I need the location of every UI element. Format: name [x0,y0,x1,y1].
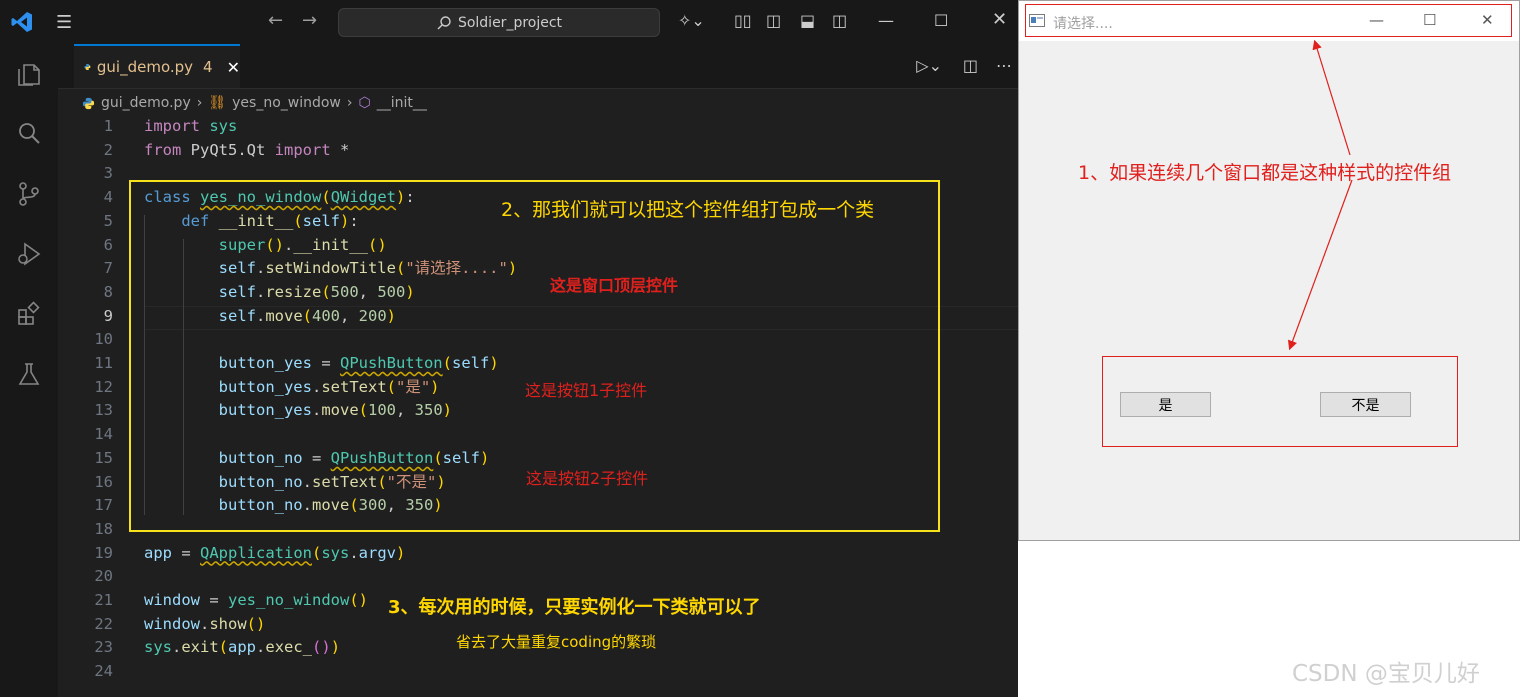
toggle-sidebar-icon[interactable]: ◫ [766,11,781,30]
qt-window: 请选择.... — ☐ ✕ 是 不是 [1018,0,1520,541]
title-bar: ☰ ← → Soldier_project ✧⌄ ▯▯ ◫ ⬓ ◫ — ☐ ✕ [0,0,1018,44]
line-number: 5 [103,211,113,230]
annotation-instantiate: 3、每次用的时候，只要实例化一下类就可以了 [388,597,761,618]
menu-icon[interactable]: ☰ [56,12,72,33]
command-center-search[interactable]: Soldier_project [338,8,660,37]
forward-arrow-icon[interactable]: → [302,10,317,31]
annotation-package-class: 2、那我们就可以把这个控件组打包成一个类 [501,199,875,221]
watermark: CSDN @宝贝儿好 [1292,661,1480,687]
breadcrumb-file[interactable]: gui_demo.py [101,95,191,111]
run-debug-icon[interactable] [15,240,43,268]
line-number: 12 [94,377,113,396]
line-number: 23 [94,638,113,657]
tab-label: gui_demo.py [96,58,194,76]
line-number: 21 [94,591,113,609]
line-number: 17 [94,496,113,515]
back-arrow-icon[interactable]: ← [268,10,283,31]
line-number: 10 [94,330,113,349]
toggle-secondary-sidebar-icon[interactable]: ◫ [832,11,847,30]
run-icon[interactable]: ▷⌄ [916,56,942,75]
python-file-icon [82,97,95,109]
line-number: 24 [94,662,113,681]
line-number: 6 [103,235,113,254]
vscode-logo-icon [11,12,32,32]
line-number: 9 [103,306,113,325]
line-number: 3 [103,164,113,183]
chevron-right-icon: › [196,95,203,111]
line-number: 19 [94,543,113,562]
source-control-icon[interactable] [15,180,43,208]
explorer-icon[interactable] [15,60,43,88]
line-number: 2 [103,140,113,159]
search-icon [437,15,451,29]
line-number: 11 [94,354,113,372]
search-icon[interactable] [15,120,43,148]
breadcrumb-method[interactable]: __init__ [377,95,427,111]
annotation-button2: 这是按钮2子控件 [526,469,649,488]
line-number: 13 [94,401,113,420]
search-text: Soldier_project [457,14,563,31]
problem-count-badge: 4 [203,58,213,76]
line-number: 16 [94,472,113,491]
method-symbol-icon: ⬡ [358,95,371,111]
code-line: sys.exit(app.exec_()) [144,638,341,657]
extensions-icon[interactable] [15,300,43,328]
python-file-icon [84,64,91,70]
code-line: window.show() [144,614,266,633]
code-line: app = QApplication(sys.argv) [144,543,406,562]
toggle-panel-icon[interactable]: ⬓ [800,11,815,30]
tab-close-icon[interactable]: ✕ [227,58,240,77]
line-number: 1 [103,117,113,135]
close-icon[interactable]: ✕ [992,9,1007,30]
line-number: 7 [103,259,113,278]
line-number: 18 [94,519,113,538]
annotation-widget-group: 1、如果连续几个窗口都是这种样式的控件组 [1078,162,1452,184]
line-number: 15 [94,448,113,467]
breadcrumb-class[interactable]: yes_no_window [232,95,341,111]
line-number: 20 [94,567,113,586]
tab-gui-demo[interactable]: gui_demo.py 4 ✕ [74,44,240,88]
code-line: from PyQt5.Qt import * [144,140,350,159]
annotation-top-level-widget: 这是窗口顶层控件 [550,276,679,295]
activity-bar [0,44,58,697]
annotation-arrows [1287,39,1353,351]
copilot-icon[interactable]: ✧⌄ [678,11,705,30]
class-symbol-icon: ⛓ [208,95,227,111]
minimize-icon[interactable]: — [878,11,894,30]
line-number: 14 [94,425,113,444]
code-line: import sys [144,117,238,135]
line-number: 8 [103,282,113,301]
breadcrumb: gui_demo.py › ⛓ yes_no_window › ⬡ __init… [82,93,427,113]
split-editor-icon[interactable]: ◫ [963,56,978,75]
chevron-right-icon: › [346,95,353,111]
code-line: window = yes_no_window() [144,591,368,609]
testing-flask-icon[interactable] [15,360,43,388]
line-number: 4 [103,188,113,207]
line-number: 22 [94,614,113,633]
title-bar-highlight-box [1025,4,1512,37]
editor-tabs: gui_demo.py 4 ✕ ▷⌄ ◫ ⋯ [58,44,1018,89]
more-actions-icon[interactable]: ⋯ [996,56,1012,75]
annotation-button1: 这是按钮1子控件 [525,381,648,400]
annotation-save-coding: 省去了大量重复coding的繁琐 [456,633,657,651]
button-group-highlight-box [1102,356,1458,447]
customize-layout-icon[interactable]: ▯▯ [734,11,752,30]
maximize-icon[interactable]: ☐ [934,11,948,30]
